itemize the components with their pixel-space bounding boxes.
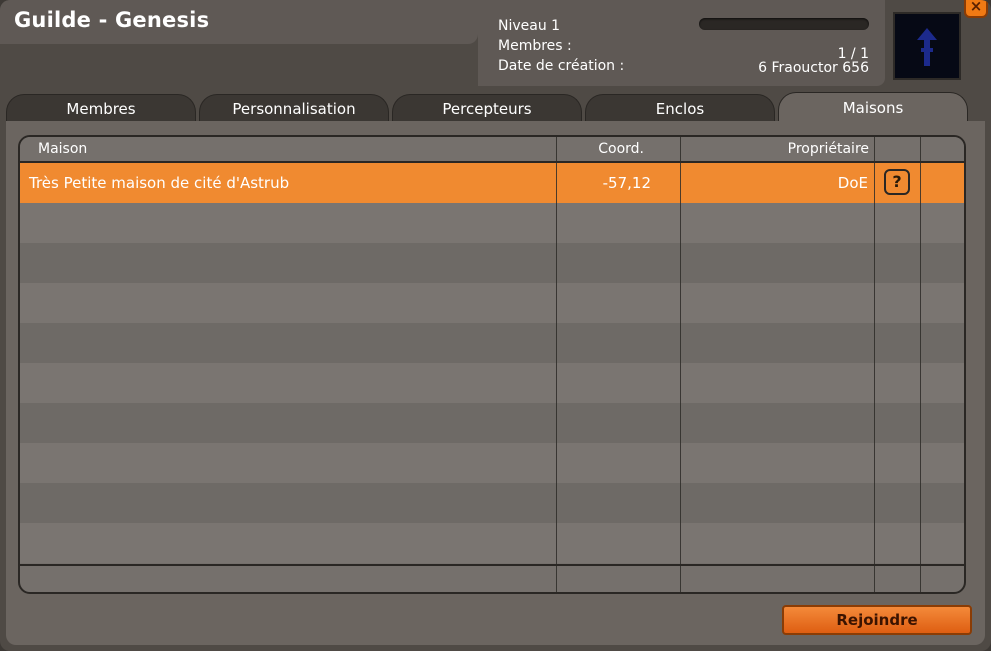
guild-header: Guilde - Genesis Niveau 1 Membres : 1 / … (0, 0, 991, 92)
cell-maison: Très Petite maison de cité d'Astrub (29, 174, 290, 192)
join-button[interactable]: Rejoindre (782, 605, 972, 635)
table-header: Maison Coord. Propriétaire (20, 137, 964, 163)
creation-date-label: Date de création : (498, 58, 625, 74)
empty-row (20, 403, 964, 443)
tab-membres[interactable]: Membres (6, 94, 196, 122)
level-label: Niveau 1 (498, 18, 561, 34)
guild-emblem[interactable] (893, 12, 961, 80)
close-button[interactable]: × (964, 0, 988, 18)
column-header-coord[interactable]: Coord. (598, 141, 644, 157)
empty-row (20, 363, 964, 403)
table-footer-divider (20, 564, 964, 566)
houses-panel: Maison Coord. Propriétaire Très Petite m… (6, 121, 985, 645)
empty-row (20, 443, 964, 483)
empty-row (20, 243, 964, 283)
houses-table: Maison Coord. Propriétaire Très Petite m… (18, 135, 966, 594)
column-divider (920, 137, 921, 592)
window-title: Guilde - Genesis (14, 8, 210, 32)
guild-window: Guilde - Genesis Niveau 1 Membres : 1 / … (0, 0, 991, 651)
tab-bar: Membres Personnalisation Percepteurs Enc… (0, 92, 991, 122)
empty-row (20, 523, 964, 563)
column-divider (556, 137, 557, 592)
guild-info-panel: Niveau 1 Membres : 1 / 1 Date de créatio… (478, 0, 885, 86)
tab-enclos[interactable]: Enclos (585, 94, 775, 122)
empty-row (20, 203, 964, 243)
cell-owner: DoE (837, 174, 868, 192)
creation-date-value: 6 Fraouctor 656 (758, 60, 869, 76)
column-divider (680, 137, 681, 592)
level-progress-bar (699, 18, 869, 30)
empty-row (20, 283, 964, 323)
tab-maisons[interactable]: Maisons (778, 92, 968, 122)
tab-percepteurs[interactable]: Percepteurs (392, 94, 582, 122)
cell-coord: -57,12 (602, 174, 651, 192)
members-label: Membres : (498, 38, 572, 54)
tab-personnalisation[interactable]: Personnalisation (199, 94, 389, 122)
table-row[interactable]: Très Petite maison de cité d'Astrub -57,… (20, 163, 964, 203)
column-header-proprietaire[interactable]: Propriétaire (788, 141, 869, 157)
title-area: Guilde - Genesis (0, 0, 478, 44)
guild-emblem-icon (917, 28, 937, 66)
column-header-maison[interactable]: Maison (38, 141, 87, 157)
house-info-button[interactable]: ? (884, 169, 910, 195)
column-divider (874, 137, 875, 592)
empty-row (20, 323, 964, 363)
empty-row (20, 483, 964, 523)
